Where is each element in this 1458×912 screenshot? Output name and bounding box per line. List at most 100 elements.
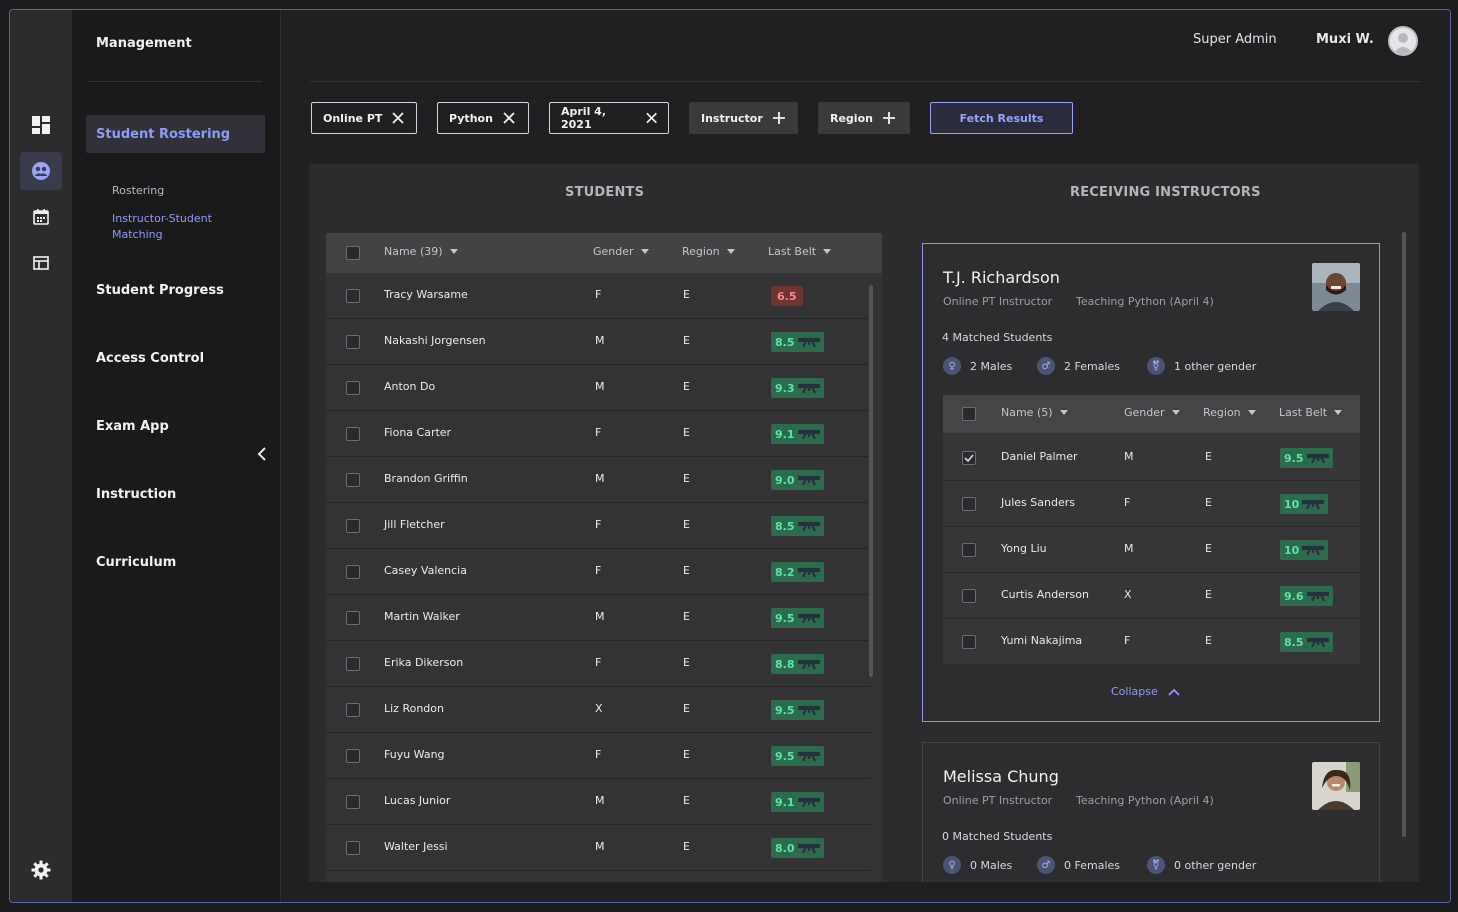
row-checkbox[interactable]: [962, 589, 976, 603]
student-region: E: [683, 518, 690, 531]
belt-icon: [797, 613, 820, 624]
row-checkbox[interactable]: [346, 611, 360, 625]
select-all-checkbox[interactable]: [962, 407, 976, 421]
belt-badge: 9.0: [771, 470, 824, 490]
add-instructor-filter[interactable]: Instructor: [689, 102, 798, 134]
table-row[interactable]: Yumi Nakajima F E 8.5: [943, 619, 1360, 665]
row-checkbox[interactable]: [346, 703, 360, 717]
row-checkbox[interactable]: [346, 289, 360, 303]
row-checkbox[interactable]: [962, 497, 976, 511]
app-window: Management Student Rostering Rostering I…: [9, 9, 1451, 903]
student-gender: F: [1124, 634, 1131, 647]
column-last-belt-label: Last Belt: [1279, 406, 1328, 419]
column-name[interactable]: Name (39): [384, 245, 458, 258]
user-name[interactable]: Muxi W.: [1316, 32, 1374, 47]
table-row[interactable]: Tracy Warsame F E 6.5: [326, 273, 871, 319]
female-count: 2 Females: [1064, 359, 1120, 373]
table-row[interactable]: Anton Do M E 9.3: [326, 365, 871, 411]
row-checkbox[interactable]: [962, 635, 976, 649]
row-checkbox[interactable]: [346, 427, 360, 441]
collapse-button[interactable]: Collapse: [1111, 685, 1180, 698]
male-count: 2 Males: [970, 359, 1013, 373]
table-row[interactable]: Martin Walker M E 9.5: [326, 595, 871, 641]
matched-count: 0 Matched Students: [942, 830, 1053, 843]
table-row[interactable]: Liz Rondon X E 9.5: [326, 687, 871, 733]
rostering-button[interactable]: [20, 152, 62, 190]
instructor-teaching: Teaching Python (April 4): [1076, 794, 1214, 807]
student-region: E: [1205, 634, 1212, 647]
student-name: Curtis Anderson: [1001, 588, 1089, 601]
table-row[interactable]: Nakashi Jorgensen M E 8.5: [326, 319, 871, 365]
row-checkbox[interactable]: [346, 841, 360, 855]
column-name[interactable]: Name (5): [1001, 406, 1068, 419]
table-row[interactable]: Casey Valencia F E 8.2: [326, 549, 871, 595]
sidebar-subitem-matching[interactable]: Instructor-Student Matching: [112, 211, 242, 243]
chevron-left-icon[interactable]: [257, 446, 267, 462]
row-checkbox[interactable]: [346, 381, 360, 395]
table-row[interactable]: Erika Dikerson F E 8.8: [326, 641, 871, 687]
chip-label: Python: [449, 111, 493, 125]
column-last-belt[interactable]: Last Belt: [768, 245, 832, 258]
close-icon[interactable]: [503, 112, 515, 124]
column-region[interactable]: Region: [682, 245, 735, 258]
student-gender: M: [1124, 542, 1134, 555]
settings-button[interactable]: [20, 851, 62, 889]
close-icon[interactable]: [646, 112, 657, 124]
row-checkbox[interactable]: [346, 657, 360, 671]
row-checkbox[interactable]: [346, 565, 360, 579]
table-row[interactable]: Jules Sanders F E 10: [943, 481, 1360, 527]
table-row[interactable]: Fuyu Wang F E 9.5: [326, 733, 871, 779]
other-gender-count: 0 other gender: [1174, 858, 1257, 872]
table-row[interactable]: Lucas Junior M E 9.1: [326, 779, 871, 825]
table-row[interactable]: Curtis Anderson X E 9.6: [943, 573, 1360, 619]
belt-value: 6.5: [777, 289, 797, 303]
belt-value: 9.5: [775, 749, 795, 763]
table-button[interactable]: [20, 244, 62, 282]
table-row[interactable]: Jill Fletcher F E 8.5: [326, 503, 871, 549]
fetch-results-button[interactable]: Fetch Results: [930, 102, 1073, 134]
column-region[interactable]: Region: [1203, 406, 1256, 419]
row-checkbox[interactable]: [346, 473, 360, 487]
table-row[interactable]: Fiona Carter F E 9.1: [326, 411, 871, 457]
check-icon: [964, 454, 974, 462]
student-gender: M: [595, 472, 605, 485]
belt-badge: 9.5: [1280, 448, 1333, 468]
table-row[interactable]: Daniel Palmer M E 9.5: [943, 435, 1360, 481]
students-scrollbar[interactable]: [869, 285, 873, 677]
table-row[interactable]: Walter Jessi M E 8.0: [326, 825, 871, 871]
sidebar-item-access-control[interactable]: Access Control: [96, 351, 204, 366]
sidebar-item-instruction[interactable]: Instruction: [96, 487, 176, 502]
sidebar-subitem-rostering[interactable]: Rostering: [112, 183, 164, 199]
instructors-scrollbar[interactable]: [1402, 232, 1406, 837]
sidebar-item-student-progress[interactable]: Student Progress: [96, 283, 224, 298]
row-checkbox[interactable]: [962, 543, 976, 557]
table-icon: [33, 256, 49, 270]
table-row[interactable]: Brandon Griffin M E 9.0: [326, 457, 871, 503]
male-icon: ♀: [943, 856, 961, 874]
other-gender-icon: ⚧: [1147, 357, 1165, 375]
filter-chip-python[interactable]: Python: [437, 102, 529, 134]
female-stat: ♂ 2 Females: [1037, 357, 1120, 375]
row-checkbox[interactable]: [346, 335, 360, 349]
filter-chip-date[interactable]: April 4, 2021: [549, 102, 669, 134]
sidebar-item-exam-app[interactable]: Exam App: [96, 419, 169, 434]
select-all-checkbox[interactable]: [346, 246, 360, 260]
row-checkbox[interactable]: [346, 749, 360, 763]
avatar[interactable]: [1388, 26, 1418, 56]
filter-chip-online-pt[interactable]: Online PT: [311, 102, 417, 134]
row-checkbox[interactable]: [346, 519, 360, 533]
column-gender[interactable]: Gender: [593, 245, 649, 258]
row-checkbox[interactable]: [346, 795, 360, 809]
caret-down-icon: [1059, 410, 1068, 415]
add-region-filter[interactable]: Region: [818, 102, 910, 134]
sidebar-item-student-rostering[interactable]: Student Rostering: [86, 115, 265, 153]
column-gender[interactable]: Gender: [1124, 406, 1180, 419]
dashboard-button[interactable]: [20, 106, 62, 144]
row-checkbox[interactable]: [962, 451, 976, 465]
close-icon[interactable]: [392, 112, 405, 124]
calendar-button[interactable]: [20, 198, 62, 236]
sidebar-item-curriculum[interactable]: Curriculum: [96, 555, 176, 570]
student-gender: M: [595, 610, 605, 623]
table-row[interactable]: Yong Liu M E 10: [943, 527, 1360, 573]
column-last-belt[interactable]: Last Belt: [1279, 406, 1343, 419]
